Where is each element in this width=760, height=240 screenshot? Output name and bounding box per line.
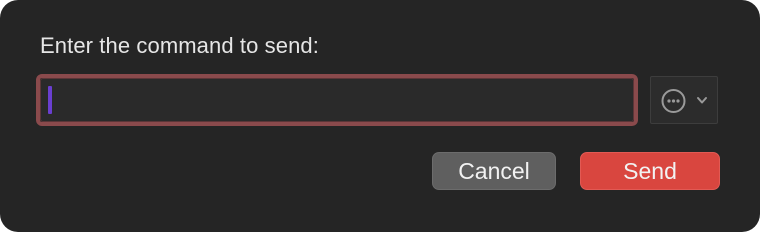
cancel-button[interactable]: Cancel — [432, 152, 556, 190]
command-input-container — [36, 74, 638, 126]
options-menu-button[interactable] — [650, 76, 718, 124]
send-button[interactable]: Send — [580, 152, 720, 190]
command-input[interactable] — [40, 78, 634, 122]
prompt-label: Enter the command to send: — [40, 33, 319, 58]
ellipsis-circle-icon — [661, 89, 707, 113]
send-command-dialog: Enter the command to send: Cancel Send — [0, 0, 760, 232]
text-caret — [48, 86, 52, 114]
chevron-down-icon — [697, 97, 707, 104]
